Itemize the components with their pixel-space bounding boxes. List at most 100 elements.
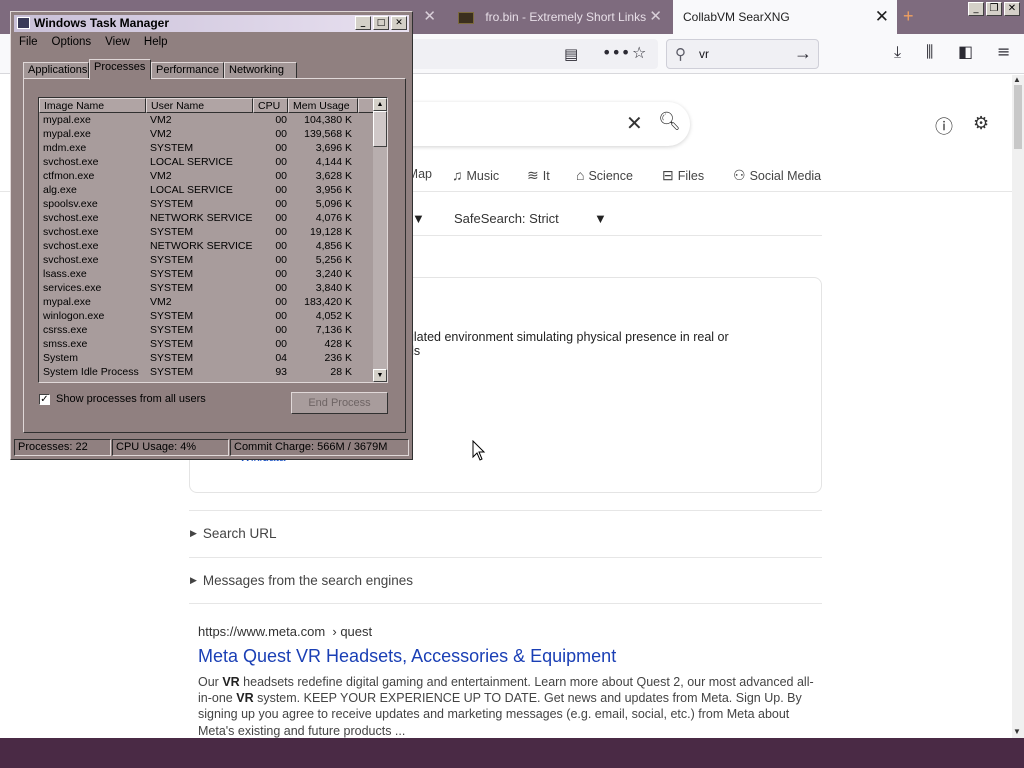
process-mem-usage: 3,956 K <box>315 184 352 196</box>
process-row[interactable]: mypal.exe VM2 00 104,380 K <box>39 113 374 127</box>
scrollbar-thumb[interactable] <box>1014 85 1022 149</box>
safesearch-select[interactable]: SafeSearch: Strict <box>454 211 559 226</box>
column-user-name[interactable]: User Name <box>146 98 253 113</box>
menu-icon[interactable]: ≡ <box>997 42 1010 61</box>
tab-applications[interactable]: Applications <box>23 62 89 79</box>
task-manager-titlebar[interactable]: Windows Task Manager _ □ ✕ <box>14 15 409 32</box>
minimize-icon[interactable]: _ <box>355 16 371 30</box>
browser-tab-active[interactable]: CollabVM SearXNG ✕ <box>673 0 897 34</box>
gear-icon[interactable]: ⚙ <box>973 113 989 134</box>
tab-processes[interactable]: Processes <box>89 59 151 80</box>
category-social-media[interactable]: ⚇ Social Media <box>733 167 821 184</box>
close-icon[interactable]: ✕ <box>391 16 407 30</box>
process-row[interactable]: winlogon.exe SYSTEM 00 4,052 K <box>39 309 374 323</box>
chevron-down-icon[interactable]: ▼ <box>412 211 425 226</box>
details-label: Messages from the search engines <box>202 573 414 588</box>
process-image-name: svchost.exe <box>43 156 99 168</box>
column-mem-usage[interactable]: Mem Usage <box>288 98 358 113</box>
new-tab-icon[interactable]: + <box>903 6 914 27</box>
snippet-text: system. KEEP YOUR EXPERIENCE UP TO DATE.… <box>198 691 802 738</box>
process-row[interactable]: spoolsv.exe SYSTEM 00 5,096 K <box>39 197 374 211</box>
clear-icon[interactable]: ✕ <box>626 111 643 136</box>
process-row[interactable]: csrss.exe SYSTEM 00 7,136 K <box>39 323 374 337</box>
search-icon[interactable]: 🔍︎ <box>658 111 681 132</box>
page-scrollbar[interactable]: ▲ ▼ <box>1012 75 1024 738</box>
menu-file[interactable]: File <box>19 36 38 48</box>
end-process-button[interactable]: End Process <box>291 392 388 414</box>
category-music[interactable]: ♫ Music <box>452 167 499 183</box>
category-map[interactable]: Map <box>412 167 432 184</box>
maximize-icon[interactable]: □ <box>373 16 389 30</box>
process-row[interactable]: mypal.exe VM2 00 139,568 K <box>39 127 374 141</box>
process-list[interactable]: Image Name User Name CPU Mem Usage mypal… <box>38 97 388 383</box>
close-tab-icon[interactable]: ✕ <box>649 0 662 34</box>
search-url-toggle[interactable]: ▶ Search URL <box>190 526 276 541</box>
result-title-link[interactable]: Meta Quest VR Headsets, Accessories & Eq… <box>198 646 616 667</box>
search-bar[interactable]: ⚲ vr → <box>666 39 819 69</box>
process-user-name: SYSTEM <box>150 366 194 378</box>
more-actions-icon[interactable]: ••• <box>602 43 630 62</box>
process-image-name: csrss.exe <box>43 324 88 336</box>
scroll-up-icon[interactable]: ▲ <box>373 98 387 111</box>
process-row[interactable]: services.exe SYSTEM 00 3,840 K <box>39 281 374 295</box>
process-user-name: VM2 <box>150 296 172 308</box>
scrollbar-thumb[interactable] <box>373 111 387 147</box>
browser-tab-2[interactable]: fro.bin - Extremely Short Links ✕ <box>448 0 670 34</box>
address-bar[interactable]: ▤ ••• ☆ <box>400 39 658 69</box>
process-user-name: SYSTEM <box>150 324 194 336</box>
process-row[interactable]: mypal.exe VM2 00 183,420 K <box>39 295 374 309</box>
scroll-up-icon[interactable]: ▲ <box>1013 75 1021 84</box>
reader-view-icon[interactable]: ▤ <box>564 45 578 63</box>
process-row[interactable]: svchost.exe NETWORK SERVICE 00 4,856 K <box>39 239 374 253</box>
chevron-down-icon[interactable]: ▼ <box>594 211 607 226</box>
process-row[interactable]: ctfmon.exe VM2 00 3,628 K <box>39 169 374 183</box>
process-row[interactable]: svchost.exe SYSTEM 00 19,128 K <box>39 225 374 239</box>
process-row[interactable]: lsass.exe SYSTEM 00 3,240 K <box>39 267 374 281</box>
category-it[interactable]: ≋ It <box>527 167 550 184</box>
process-cpu: 00 <box>275 128 287 140</box>
download-icon[interactable]: ⤓ <box>894 42 901 62</box>
sidebar-icon[interactable]: ◧ <box>958 42 973 61</box>
process-row[interactable]: System Idle Process SYSTEM 93 28 K <box>39 365 374 379</box>
process-image-name: mypal.exe <box>43 114 91 126</box>
process-mem-usage: 104,380 K <box>304 114 352 126</box>
bookmark-star-icon[interactable]: ☆ <box>632 43 646 62</box>
query-input[interactable]: ✕ 🔍︎ <box>390 102 690 146</box>
process-cpu: 00 <box>275 184 287 196</box>
process-row[interactable]: alg.exe LOCAL SERVICE 00 3,956 K <box>39 183 374 197</box>
show-all-processes-checkbox[interactable]: ✓ <box>39 394 50 405</box>
category-science[interactable]: ⌂ Science <box>576 167 633 183</box>
scroll-down-icon[interactable]: ▼ <box>373 369 387 382</box>
close-tab-icon[interactable]: ✕ <box>423 0 436 34</box>
tab-networking[interactable]: Networking <box>224 62 297 79</box>
process-row[interactable]: System SYSTEM 04 236 K <box>39 351 374 365</box>
tab-performance[interactable]: Performance <box>151 62 224 79</box>
menu-help[interactable]: Help <box>144 36 168 48</box>
result-url: https://www.meta.com › quest <box>198 624 372 639</box>
process-row[interactable]: mdm.exe SYSTEM 00 3,696 K <box>39 141 374 155</box>
close-tab-icon[interactable]: ✕ <box>875 0 889 34</box>
process-user-name: SYSTEM <box>150 310 194 322</box>
process-row[interactable]: svchost.exe LOCAL SERVICE 00 4,144 K <box>39 155 374 169</box>
column-image-name[interactable]: Image Name <box>39 98 146 113</box>
close-window-icon[interactable]: ✕ <box>1004 2 1020 16</box>
column-cpu[interactable]: CPU <box>253 98 288 113</box>
process-mem-usage: 428 K <box>324 338 352 350</box>
process-row[interactable]: svchost.exe SYSTEM 00 5,256 K <box>39 253 374 267</box>
process-row[interactable]: svchost.exe NETWORK SERVICE 00 4,076 K <box>39 211 374 225</box>
restore-icon[interactable]: ❐ <box>986 2 1002 16</box>
library-icon[interactable]: ⫼ <box>926 42 933 62</box>
process-list-scrollbar[interactable]: ▲ ▼ <box>373 98 387 382</box>
engine-messages-toggle[interactable]: ▶ Messages from the search engines <box>190 573 413 588</box>
process-cpu: 00 <box>275 142 287 154</box>
go-arrow-icon[interactable]: → <box>794 43 812 64</box>
menu-view[interactable]: View <box>105 36 130 48</box>
description-line: rlds <box>400 344 800 358</box>
scroll-down-icon[interactable]: ▼ <box>1013 727 1021 736</box>
info-icon[interactable]: ⓘ <box>935 113 953 139</box>
minimize-icon[interactable]: _ <box>968 2 984 16</box>
menu-options[interactable]: Options <box>52 36 92 48</box>
process-image-name: lsass.exe <box>43 268 87 280</box>
process-row[interactable]: smss.exe SYSTEM 00 428 K <box>39 337 374 351</box>
category-files[interactable]: ⊟ Files <box>662 167 704 184</box>
